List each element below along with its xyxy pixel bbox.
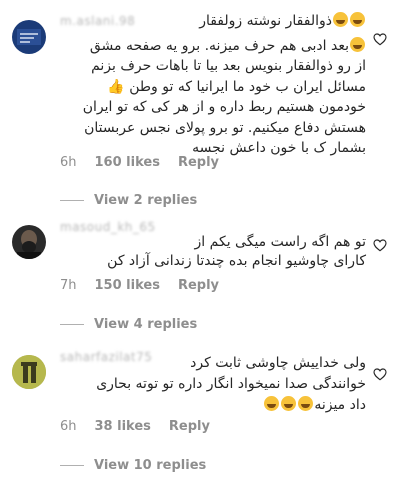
- emoji-icon: [350, 12, 365, 27]
- view-replies-button[interactable]: View 2 replies: [60, 193, 197, 208]
- comment-time: 6h: [60, 155, 77, 170]
- comment-text: تو هم اگه راست میگی یکم از کارای چاوشیو …: [107, 234, 366, 269]
- reply-button[interactable]: Reply: [178, 155, 219, 170]
- avatar[interactable]: [12, 355, 46, 389]
- emoji-icon: [264, 396, 280, 411]
- emoji-icon: [350, 37, 365, 52]
- comment-text: ذوالفقار نوشته زولفقار: [199, 12, 366, 30]
- heart-icon[interactable]: [372, 31, 388, 47]
- comment-text: ولی خداییش چاوشی ثابت کرد خوانندگی صدا ن…: [96, 355, 366, 413]
- comment: masoud_kh_65 تو هم اگه راست میگی یکم از …: [0, 215, 400, 345]
- divider-line: [60, 200, 84, 201]
- likes-count[interactable]: 150 likes: [95, 278, 160, 293]
- comment-username[interactable]: masoud_kh_65: [60, 220, 156, 234]
- heart-icon[interactable]: [372, 237, 388, 253]
- heart-icon[interactable]: [372, 366, 388, 382]
- likes-count[interactable]: 38 likes: [95, 419, 151, 434]
- emoji-icon: [298, 396, 314, 411]
- emoji-icon: [333, 12, 348, 27]
- divider-line: [60, 324, 84, 325]
- comment: saharfazilat75 ولی خداییش چاوشی ثابت کرد…: [0, 345, 400, 495]
- reply-button[interactable]: Reply: [178, 278, 219, 293]
- comment-meta: 7h 150 likes Reply: [60, 278, 219, 293]
- thumbs-up-icon: 👍: [107, 78, 125, 95]
- avatar[interactable]: [12, 225, 46, 259]
- divider-line: [60, 465, 84, 466]
- comment-meta: 6h 160 likes Reply: [60, 155, 219, 170]
- comment-text: بعد ادبی هم حرف میزنه. برو یه صفحه مشق ا…: [82, 37, 366, 157]
- comment-time: 6h: [60, 419, 77, 434]
- view-replies-button[interactable]: View 4 replies: [60, 317, 197, 332]
- emoji-icon: [281, 396, 297, 411]
- reply-button[interactable]: Reply: [169, 419, 210, 434]
- comment: m.aslani.98 ذوالفقار نوشته زولفقار بعد ا…: [0, 0, 400, 215]
- comment-meta: 6h 38 likes Reply: [60, 419, 210, 434]
- view-replies-button[interactable]: View 10 replies: [60, 458, 206, 473]
- likes-count[interactable]: 160 likes: [95, 155, 160, 170]
- comment-time: 7h: [60, 278, 77, 293]
- comment-username[interactable]: m.aslani.98: [60, 14, 135, 28]
- avatar[interactable]: [12, 20, 46, 54]
